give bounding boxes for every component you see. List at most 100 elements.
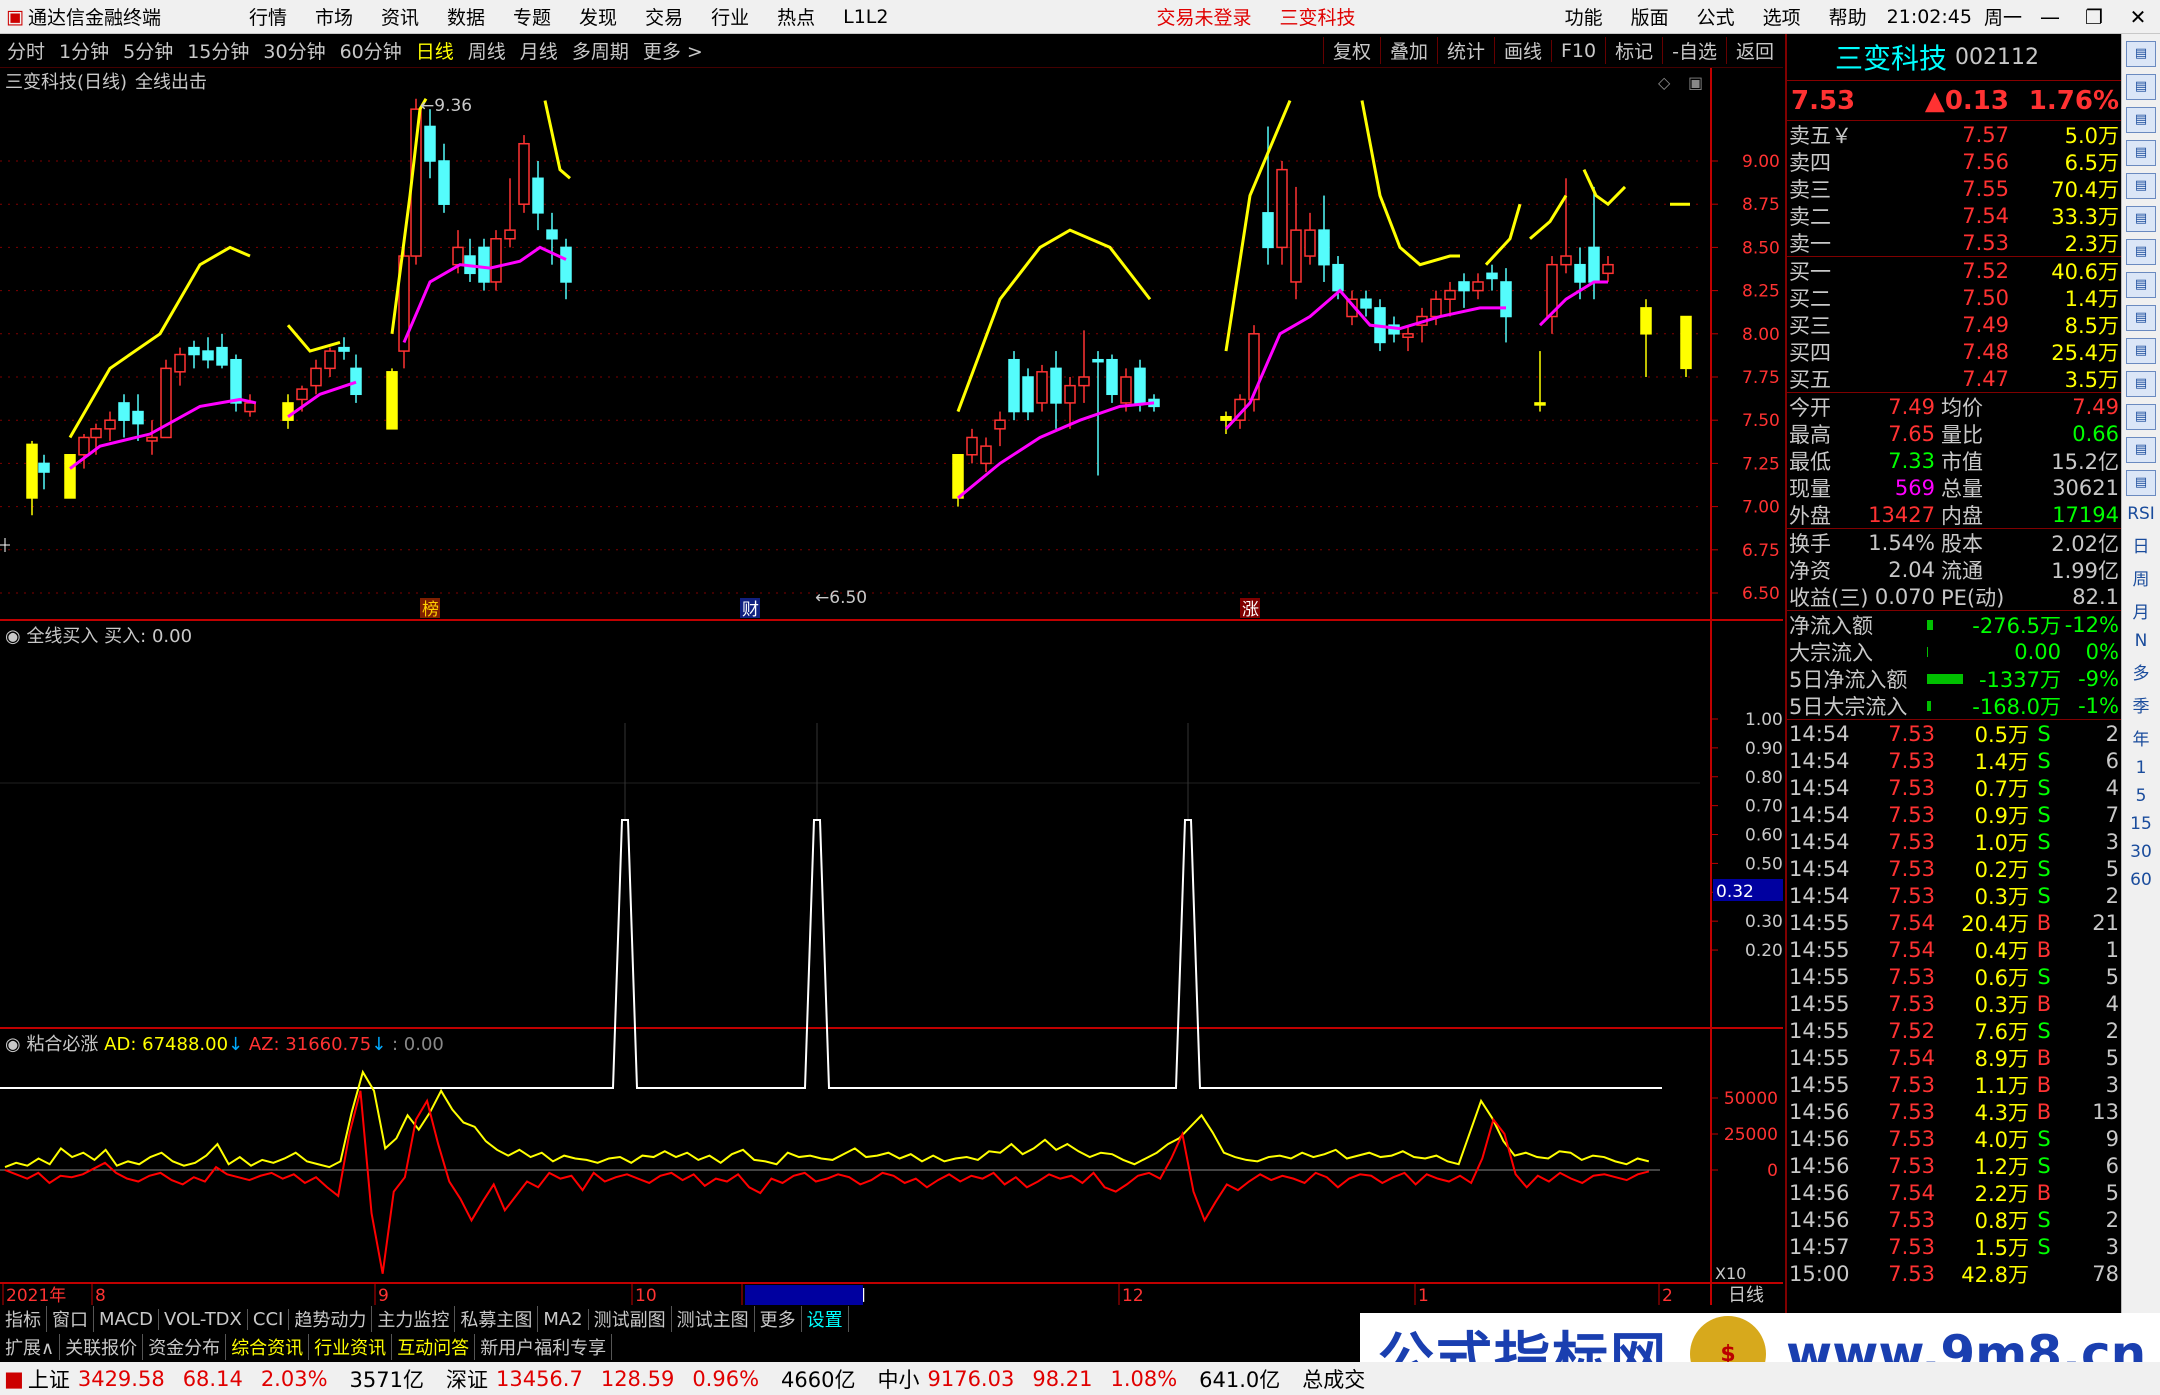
period-multi[interactable]: 多周期 xyxy=(565,37,636,64)
side-tool-icon[interactable]: ▤ xyxy=(2126,272,2156,298)
main-indicator-name[interactable]: 全线出击 xyxy=(135,72,207,93)
side-tool-5[interactable]: 多 xyxy=(2126,659,2156,684)
menu-industry[interactable]: 行业 xyxy=(697,3,763,30)
indicator-tab[interactable]: 测试副图 xyxy=(589,1306,672,1332)
extension-tab[interactable]: 新用户福利专享 xyxy=(475,1333,613,1360)
tool-overlay[interactable]: 叠加 xyxy=(1379,37,1437,64)
zx-index-name[interactable]: 中小 xyxy=(877,1364,919,1394)
side-tool-icon[interactable]: ▤ xyxy=(2126,206,2156,232)
ask-row[interactable]: 卖三 7.55 70.4万 xyxy=(1787,175,2121,202)
indicator-tab[interactable]: MA2 xyxy=(538,1308,589,1330)
marker-finance[interactable]: 财 xyxy=(742,600,759,620)
ask-row[interactable]: 卖五￥ 7.57 5.0万 xyxy=(1787,121,2121,148)
period-1min[interactable]: 1分钟 xyxy=(52,37,116,64)
side-tool-8[interactable]: 1 xyxy=(2126,758,2156,778)
indicator-tab[interactable]: 趋势动力 xyxy=(289,1306,373,1332)
side-tool-3[interactable]: 月 xyxy=(2126,598,2156,623)
chart-window-icon[interactable]: ▣ xyxy=(1688,73,1703,92)
indicator-tab[interactable]: MACD xyxy=(94,1308,159,1330)
ask-row[interactable]: 卖四 7.56 6.5万 xyxy=(1787,148,2121,175)
bid-row[interactable]: 买五 7.47 3.5万 xyxy=(1787,365,2121,392)
side-tool-0[interactable]: RSI xyxy=(2126,504,2156,524)
menu-trade[interactable]: 交易 xyxy=(631,3,697,30)
menu-topics[interactable]: 专题 xyxy=(499,3,565,30)
period-30min[interactable]: 30分钟 xyxy=(256,37,332,64)
period-more[interactable]: 更多 > xyxy=(636,37,710,64)
side-tool-4[interactable]: N xyxy=(2126,631,2156,651)
extension-tab[interactable]: 关联报价 xyxy=(60,1333,144,1360)
menu-quotes[interactable]: 行情 xyxy=(235,3,301,30)
marker-rank[interactable]: 榜 xyxy=(422,600,439,620)
extension-tab[interactable]: 扩展∧ xyxy=(0,1333,61,1360)
indicator-tab[interactable]: 测试主图 xyxy=(672,1306,755,1332)
menu-formula[interactable]: 公式 xyxy=(1683,3,1749,30)
restore-icon[interactable]: ❐ xyxy=(2072,5,2116,29)
marker-limit-up[interactable]: 涨 xyxy=(1242,600,1259,620)
close-icon[interactable]: ✕ xyxy=(2116,5,2160,29)
chart-area[interactable]: 9.00 8.75 8.50 8.25 8.00 7.75 7.50 7.25 7.00 6.75… xyxy=(0,68,1783,1306)
menu-layout[interactable]: 版面 xyxy=(1617,3,1683,30)
extension-tab[interactable]: 行业资讯 xyxy=(309,1333,393,1360)
tool-back[interactable]: 返回 xyxy=(1725,37,1783,64)
side-tool-icon[interactable]: ▤ xyxy=(2126,140,2156,166)
indicator-tab[interactable]: 窗口 xyxy=(47,1306,94,1332)
period-15min[interactable]: 15分钟 xyxy=(180,37,256,64)
indicator-tab[interactable]: 私募主图 xyxy=(455,1306,539,1332)
bid-row[interactable]: 买四 7.48 25.4万 xyxy=(1787,338,2121,365)
menu-discover[interactable]: 发现 xyxy=(565,3,631,30)
menu-l1l2[interactable]: L1L2 xyxy=(829,6,902,28)
side-tool-icon[interactable]: ▤ xyxy=(2126,107,2156,133)
side-tool-icon[interactable]: ▤ xyxy=(2126,305,2156,331)
indicator-tab[interactable]: CCI xyxy=(248,1308,290,1330)
menu-news[interactable]: 资讯 xyxy=(367,3,433,30)
side-tool-7[interactable]: 年 xyxy=(2126,725,2156,750)
side-tool-icon[interactable]: ▤ xyxy=(2126,371,2156,397)
side-tool-10[interactable]: 15 xyxy=(2126,814,2156,834)
side-tool-icon[interactable]: ▤ xyxy=(2126,173,2156,199)
menu-market[interactable]: 市场 xyxy=(301,3,367,30)
menu-options[interactable]: 选项 xyxy=(1749,3,1815,30)
side-tool-1[interactable]: 日 xyxy=(2126,532,2156,557)
period-5min[interactable]: 5分钟 xyxy=(116,37,180,64)
bid-row[interactable]: 买一 7.52 40.6万 xyxy=(1787,257,2121,284)
side-tool-icon[interactable]: ▤ xyxy=(2126,404,2156,430)
period-60min[interactable]: 60分钟 xyxy=(333,37,409,64)
period-weekly[interactable]: 周线 xyxy=(461,37,513,64)
tool-adjust[interactable]: 复权 xyxy=(1322,37,1380,64)
indicator-tab[interactable]: 指标 xyxy=(0,1306,47,1332)
tool-draw[interactable]: 画线 xyxy=(1493,37,1551,64)
tool-mark[interactable]: 标记 xyxy=(1605,37,1662,64)
side-tool-icon[interactable]: ▤ xyxy=(2126,74,2156,100)
bid-row[interactable]: 买三 7.49 8.5万 xyxy=(1787,311,2121,338)
tool-watchlist[interactable]: -自选 xyxy=(1662,37,1726,64)
tool-stats[interactable]: 统计 xyxy=(1436,37,1494,64)
ask-row[interactable]: 卖一 7.53 2.3万 xyxy=(1787,229,2121,256)
chart-expand-icon[interactable]: ◇ xyxy=(1658,73,1671,92)
side-tool-icon[interactable]: ▤ xyxy=(2126,338,2156,364)
bid-row[interactable]: 买二 7.50 1.4万 xyxy=(1787,284,2121,311)
side-tool-icon[interactable]: ▤ xyxy=(2126,437,2156,463)
tick-list[interactable]: 14:54 7.53 0.5万 S 2 14:54 7.53 1.4万 S 6 14:54 7.53 0… xyxy=(1787,720,2121,1287)
extension-tab[interactable]: 资金分布 xyxy=(143,1333,227,1360)
side-tool-11[interactable]: 30 xyxy=(2126,842,2156,862)
minimize-icon[interactable]: — xyxy=(2028,5,2072,29)
side-tool-2[interactable]: 周 xyxy=(2126,565,2156,590)
chart-canvas[interactable]: 9.00 8.75 8.50 8.25 8.00 7.75 7.50 7.25 7.00 6.75… xyxy=(0,68,1783,1306)
menu-function[interactable]: 功能 xyxy=(1551,3,1617,30)
sh-index-name[interactable]: 上证 xyxy=(28,1364,70,1394)
ask-row[interactable]: 卖二 7.54 33.3万 xyxy=(1787,202,2121,229)
indicator-tab[interactable]: 更多 xyxy=(755,1306,802,1332)
extension-tab[interactable]: 综合资讯 xyxy=(226,1333,310,1360)
side-tool-12[interactable]: 60 xyxy=(2126,870,2156,890)
side-tool-icon[interactable]: ▤ xyxy=(2126,470,2156,496)
menu-hot[interactable]: 热点 xyxy=(763,3,829,30)
side-tool-9[interactable]: 5 xyxy=(2126,786,2156,806)
menu-data[interactable]: 数据 xyxy=(433,3,499,30)
trade-login-status[interactable]: 交易未登录 xyxy=(1142,3,1265,30)
side-tool-6[interactable]: 季 xyxy=(2126,692,2156,717)
side-tool-icon[interactable]: ▤ xyxy=(2126,239,2156,265)
indicator-tab[interactable]: 主力监控 xyxy=(372,1306,456,1332)
period-timeshare[interactable]: 分时 xyxy=(0,37,52,64)
sz-index-name[interactable]: 深证 xyxy=(446,1364,488,1394)
indicator-tab[interactable]: VOL-TDX xyxy=(159,1308,248,1330)
